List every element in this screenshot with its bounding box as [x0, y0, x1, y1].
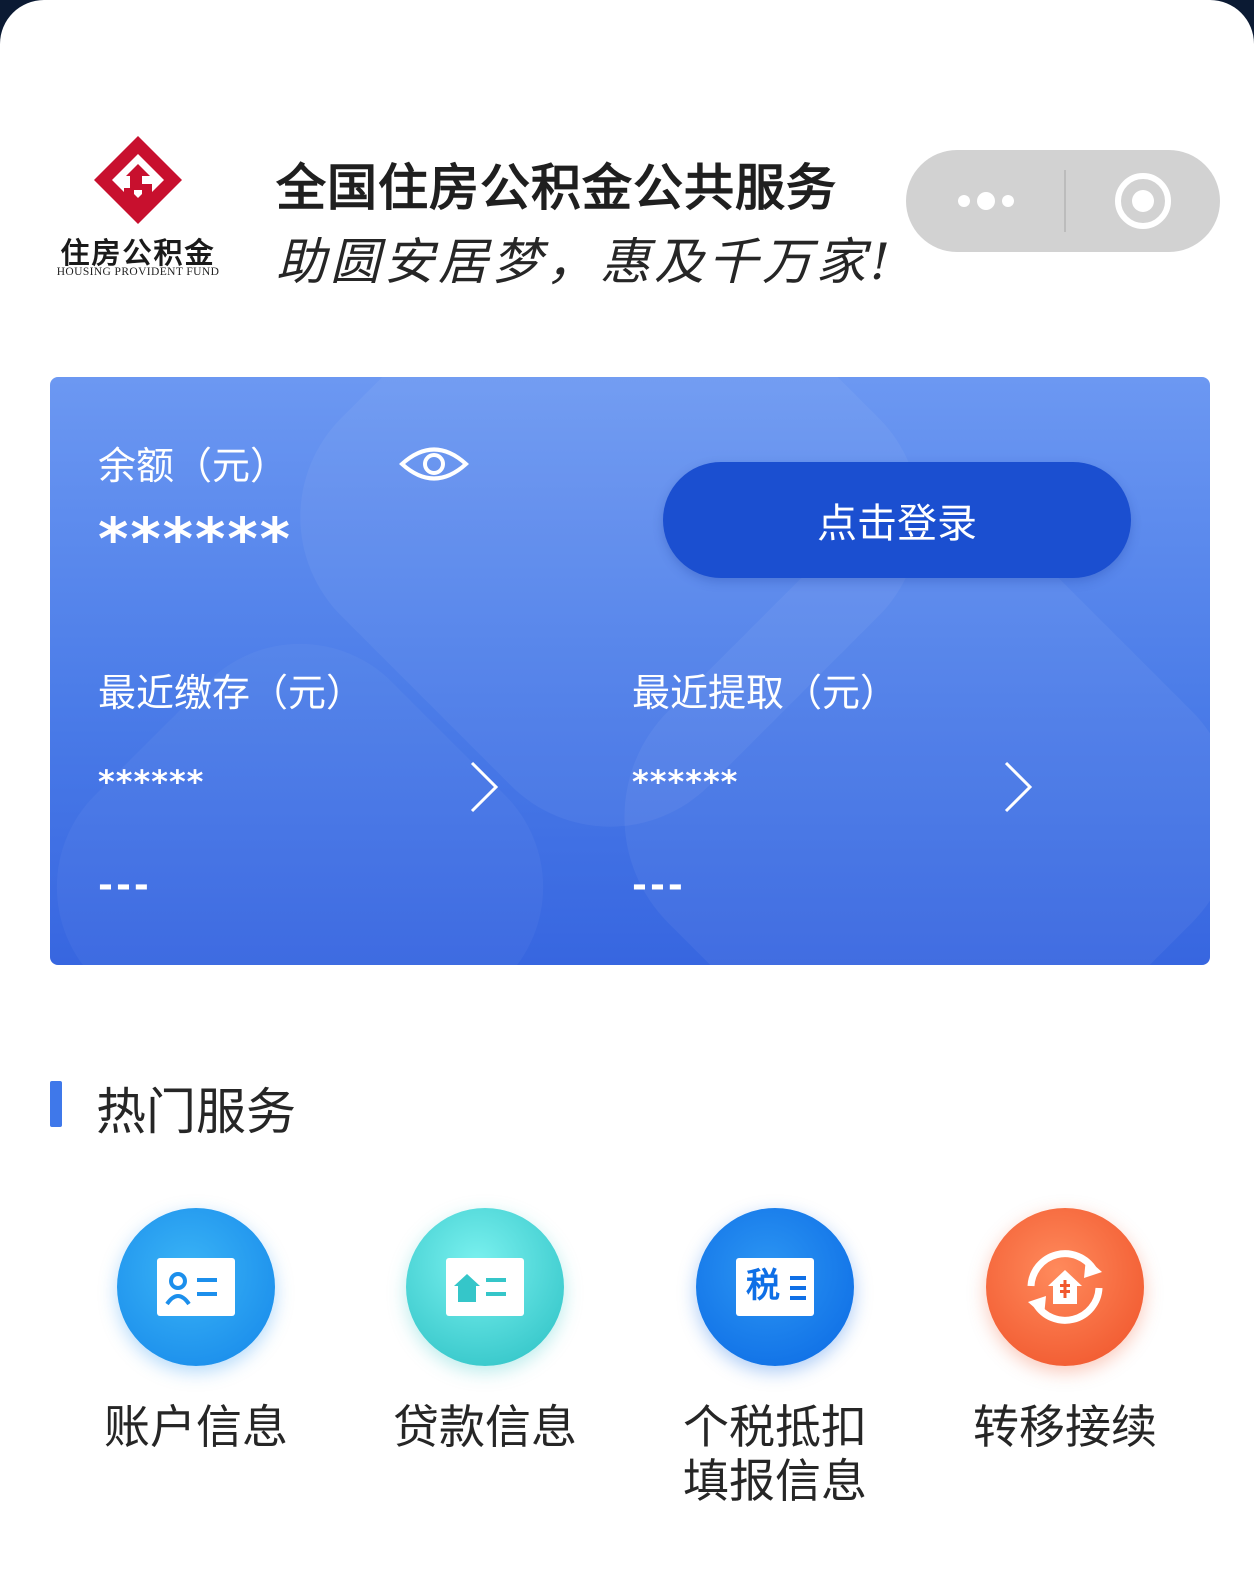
section-accent-bar [50, 1081, 62, 1127]
hot-services-title: 热门服务 [96, 1083, 296, 1141]
mini-program-capsule [906, 150, 1220, 252]
recent-deposit-date: --- [98, 865, 152, 906]
account-balance-card: 余额（元） ****** 点击登录 最近缴存（元） 最近提取（元） ******… [50, 377, 1210, 965]
page-title: 全国住房公积金公共服务 [276, 159, 837, 217]
housing-fund-logo-mark [94, 136, 182, 224]
page-slogan: 助圆安居梦，惠及千万家! [276, 233, 895, 291]
service-label: 账户信息 [104, 1400, 288, 1454]
recent-deposit-label: 最近缴存（元） [98, 671, 365, 715]
tax-card-icon: 税 [696, 1208, 854, 1366]
tax-icon-text: 税 [746, 1266, 780, 1306]
recent-deposit-value: ****** [98, 763, 205, 801]
service-label: 个税抵扣 填报信息 [645, 1400, 905, 1508]
mini-program-screen: 住房公积金 HOUSING PROVIDENT FUND 全国住房公积金公共服务… [0, 0, 1254, 1569]
service-label: 贷款信息 [393, 1400, 577, 1454]
recent-withdraw-date: --- [632, 865, 686, 906]
more-button[interactable] [906, 150, 1064, 252]
service-label-line2: 填报信息 [683, 1454, 867, 1508]
eye-icon [399, 447, 469, 481]
withdraw-chevron-right-icon[interactable] [998, 757, 1038, 817]
close-button[interactable] [1066, 150, 1220, 252]
service-label-line1: 个税抵扣 [683, 1400, 867, 1454]
service-label: 转移接续 [973, 1400, 1157, 1454]
balance-label: 余额（元） [98, 444, 289, 488]
recent-withdraw-value: ****** [632, 763, 739, 801]
deposit-chevron-right-icon[interactable] [464, 757, 504, 817]
login-button[interactable]: 点击登录 [663, 462, 1131, 578]
service-transfer[interactable]: 转移接续 [935, 1208, 1195, 1528]
logo-english-text: HOUSING PROVIDENT FUND [56, 266, 220, 278]
balance-value: ****** [98, 505, 292, 573]
service-loan-info[interactable]: 贷款信息 [355, 1208, 615, 1528]
service-account-info[interactable]: 账户信息 [66, 1208, 326, 1528]
target-circle-icon [1115, 173, 1171, 229]
more-dots-icon [958, 192, 1014, 210]
loan-card-icon [406, 1208, 564, 1366]
transfer-cycle-icon [986, 1208, 1144, 1366]
account-card-icon [117, 1208, 275, 1366]
toggle-visibility-button[interactable] [398, 441, 470, 487]
recent-withdraw-label: 最近提取（元） [632, 671, 899, 715]
service-tax-deduction[interactable]: 税 个税抵扣 填报信息 [645, 1208, 905, 1528]
housing-fund-logo: 住房公积金 HOUSING PROVIDENT FUND [46, 132, 230, 284]
